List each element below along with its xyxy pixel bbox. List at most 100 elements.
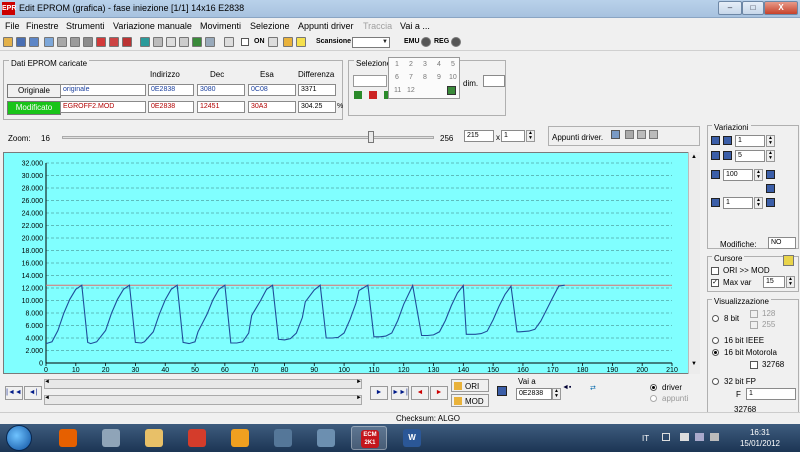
radio-16bit-ieee[interactable] <box>712 337 719 344</box>
zoom-multiplier-spinner[interactable]: ▲ ▼ <box>526 130 535 142</box>
vai-a-field[interactable]: 0E2838 <box>516 388 552 400</box>
tools-icon[interactable] <box>153 37 163 47</box>
var-field-2[interactable]: 5 <box>735 150 765 162</box>
menu-strumenti[interactable]: Strumenti <box>66 21 105 31</box>
max-var-field[interactable]: 15 <box>763 276 785 288</box>
save-icon[interactable] <box>16 37 26 47</box>
f-select[interactable]: 1 <box>746 388 796 400</box>
menu-variazione-manuale[interactable]: Variazione manuale <box>113 21 192 31</box>
max-var-spinner[interactable]: ▲ ▼ <box>786 276 795 288</box>
last-button[interactable]: ►►| <box>391 386 409 400</box>
maximize-button[interactable]: □ <box>742 1 764 15</box>
taskbar-app-keyboard[interactable] <box>308 426 344 450</box>
radio-32bit-fp[interactable] <box>712 378 719 385</box>
menu-movimenti[interactable]: Movimenti <box>200 21 241 31</box>
menu-finestre[interactable]: Finestre <box>26 21 59 31</box>
tray-expand-icon[interactable] <box>662 433 670 441</box>
cursore-lock-icon[interactable] <box>783 255 794 266</box>
reg-gear-icon[interactable] <box>451 37 461 47</box>
goto-swap-icon[interactable]: ⇄ <box>590 384 596 392</box>
var-div-icon[interactable] <box>723 151 732 160</box>
sel-num-2[interactable]: 2 <box>409 61 413 68</box>
sel-num-9[interactable]: 9 <box>437 74 441 81</box>
select-end-icon[interactable] <box>369 91 377 99</box>
map-icon[interactable] <box>192 37 202 47</box>
emu-gear-icon[interactable] <box>421 37 431 47</box>
sum-icon[interactable] <box>166 37 176 47</box>
originale-name-field[interactable]: originale <box>60 84 146 96</box>
scroll-down-arrow-icon[interactable]: ▼ <box>691 361 697 367</box>
zoom-slider[interactable] <box>62 136 434 139</box>
clipboard-icon[interactable] <box>637 130 646 139</box>
goto-icon[interactable] <box>497 386 507 396</box>
on-settings-icon[interactable] <box>268 37 278 47</box>
print-icon[interactable] <box>179 37 189 47</box>
var-spinner-2[interactable]: ▲ ▼ <box>766 150 775 162</box>
menu-vai-a[interactable]: Vai a ... <box>400 21 430 31</box>
horizontal-scrollbar-bottom[interactable] <box>44 395 362 405</box>
copy-icon[interactable] <box>70 37 80 47</box>
var-percent-icon[interactable] <box>711 170 720 179</box>
var-set-apply-icon[interactable] <box>766 198 775 207</box>
on-checkbox[interactable] <box>241 38 249 46</box>
minimize-button[interactable]: – <box>718 1 742 15</box>
goto-left-icon[interactable]: ◄▪ <box>562 384 571 391</box>
close-button[interactable]: X <box>764 1 798 15</box>
first-button[interactable]: |◄◄ <box>5 386 23 400</box>
menu-selezione[interactable]: Selezione <box>250 21 290 31</box>
language-indicator[interactable]: IT <box>642 434 649 443</box>
hex-icon[interactable] <box>140 37 150 47</box>
selezione-popup[interactable]: 1 2 3 4 5 6 7 8 9 10 11 12 <box>388 57 460 99</box>
clipboard-paste-icon[interactable] <box>625 130 634 139</box>
originale-esa-field[interactable]: 0C08 <box>248 84 296 96</box>
horizontal-scrollbar-top[interactable] <box>44 379 362 389</box>
var-sub-icon[interactable] <box>723 136 732 145</box>
clipboard-clear-icon[interactable] <box>649 130 658 139</box>
red-left-button[interactable]: ◄ <box>411 386 429 400</box>
menu-appunti-driver[interactable]: Appunti driver <box>298 21 354 31</box>
scroll-right-arrow-icon[interactable]: ► <box>356 379 362 385</box>
originale-differenza-field[interactable]: 3371 <box>298 84 336 96</box>
next-page-button[interactable]: ► <box>370 386 388 400</box>
var-spinner-4[interactable]: ▲ ▼ <box>754 197 763 209</box>
sel-num-10[interactable]: 10 <box>449 74 457 81</box>
scroll-up-arrow-icon[interactable]: ▲ <box>691 154 697 160</box>
sel-confirm-icon[interactable] <box>447 86 456 95</box>
var-mul-icon[interactable] <box>711 151 720 160</box>
var-field-3[interactable]: 100 <box>723 169 753 181</box>
originale-indirizzo-field[interactable]: 0E2838 <box>148 84 194 96</box>
injection-chart[interactable]: 0 2.000 4.000 6.000 8.000 10.000 12.000 14.000 1… <box>4 153 689 375</box>
select-start-icon[interactable] <box>354 91 362 99</box>
volume-icon[interactable] <box>710 433 719 441</box>
smiley-icon[interactable] <box>283 37 293 47</box>
mod-button[interactable]: MOD <box>451 394 489 407</box>
check-255[interactable] <box>750 321 758 329</box>
zoom-multiplier-field[interactable]: 1 <box>501 130 525 142</box>
selezione-field[interactable] <box>353 75 387 87</box>
var-apply2-icon[interactable] <box>766 184 775 193</box>
scroll-left-arrow-icon[interactable]: ◄ <box>44 379 50 385</box>
taskbar-app-calculator[interactable] <box>93 426 129 450</box>
sel-num-5[interactable]: 5 <box>451 61 455 68</box>
checksum-icon[interactable] <box>96 37 106 47</box>
originale-button[interactable]: Originale <box>7 84 61 98</box>
chart-vertical-scrollbar[interactable]: ▲ ▼ <box>688 152 700 374</box>
radio-driver[interactable] <box>650 384 657 391</box>
modificato-button[interactable]: Modificato <box>7 101 61 115</box>
run-icon[interactable] <box>296 37 306 47</box>
modificato-name-field[interactable]: EGROFF2.MOD <box>60 101 146 113</box>
var-field-1[interactable]: 1 <box>735 135 765 147</box>
save-as-icon[interactable] <box>29 37 39 47</box>
modificato-esa-field[interactable]: 30A3 <box>248 101 296 113</box>
taskbar-app-ecm2001[interactable]: ECM 2K1 <box>351 426 387 450</box>
sel-num-7[interactable]: 7 <box>409 74 413 81</box>
sel-num-4[interactable]: 4 <box>437 61 441 68</box>
scansione-select[interactable] <box>352 37 390 48</box>
sel-num-1[interactable]: 1 <box>395 61 399 68</box>
sel-num-6[interactable]: 6 <box>395 74 399 81</box>
chart-icon[interactable] <box>224 37 234 47</box>
zoom-slider-thumb[interactable] <box>368 131 374 143</box>
radio-16bit-motorola[interactable] <box>712 349 719 356</box>
taskbar-app-word[interactable]: W <box>394 426 430 450</box>
clipboard-copy-icon[interactable] <box>611 130 620 139</box>
